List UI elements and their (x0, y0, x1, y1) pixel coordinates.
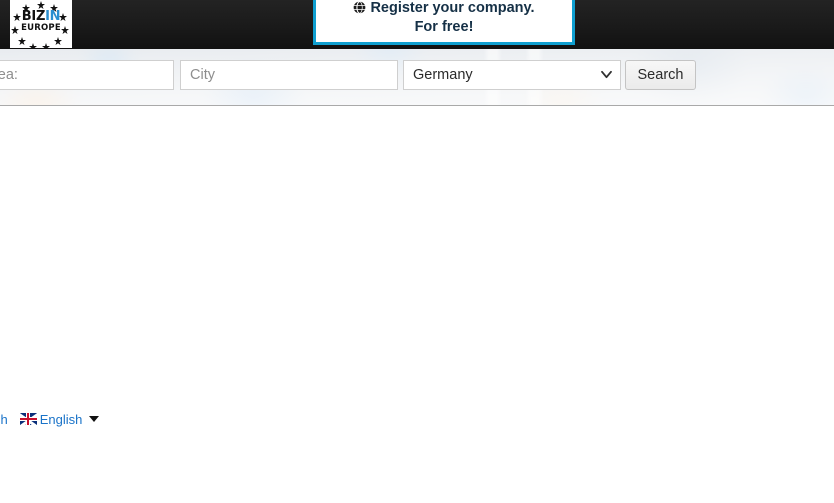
search-bar: Germany Search (0, 60, 834, 90)
logo-biz: BIZ (21, 9, 46, 24)
site-logo[interactable]: BIZIN EUROPE (10, 0, 72, 48)
register-banner-line1: Register your company. (353, 0, 535, 18)
language-item-english[interactable]: English (19, 411, 100, 427)
register-banner-line2: For free! (414, 19, 474, 35)
uk-flag-icon (19, 413, 37, 425)
page-root: BIZIN EUROPE Register your company. For … (0, 0, 834, 503)
language-selector-bar: sh English (0, 408, 834, 430)
business-area-input[interactable] (0, 60, 174, 90)
search-button[interactable]: Search (625, 60, 696, 90)
language-item-truncated[interactable]: sh (0, 412, 8, 427)
city-input[interactable] (180, 60, 398, 90)
caret-down-icon (89, 416, 100, 422)
register-company-banner[interactable]: Register your company. For free! (313, 0, 575, 45)
logo-europe: EUROPE (21, 23, 61, 33)
page-content: sh English or Web3 Thank you for registe… (0, 107, 834, 503)
register-banner-text1: Register your company. (370, 0, 535, 16)
language-label: English (39, 411, 83, 427)
logo-wordmark: BIZIN EUROPE (10, 10, 72, 33)
logo-in: IN (45, 9, 61, 24)
globe-icon (354, 1, 366, 14)
country-select[interactable]: Germany (403, 60, 621, 90)
